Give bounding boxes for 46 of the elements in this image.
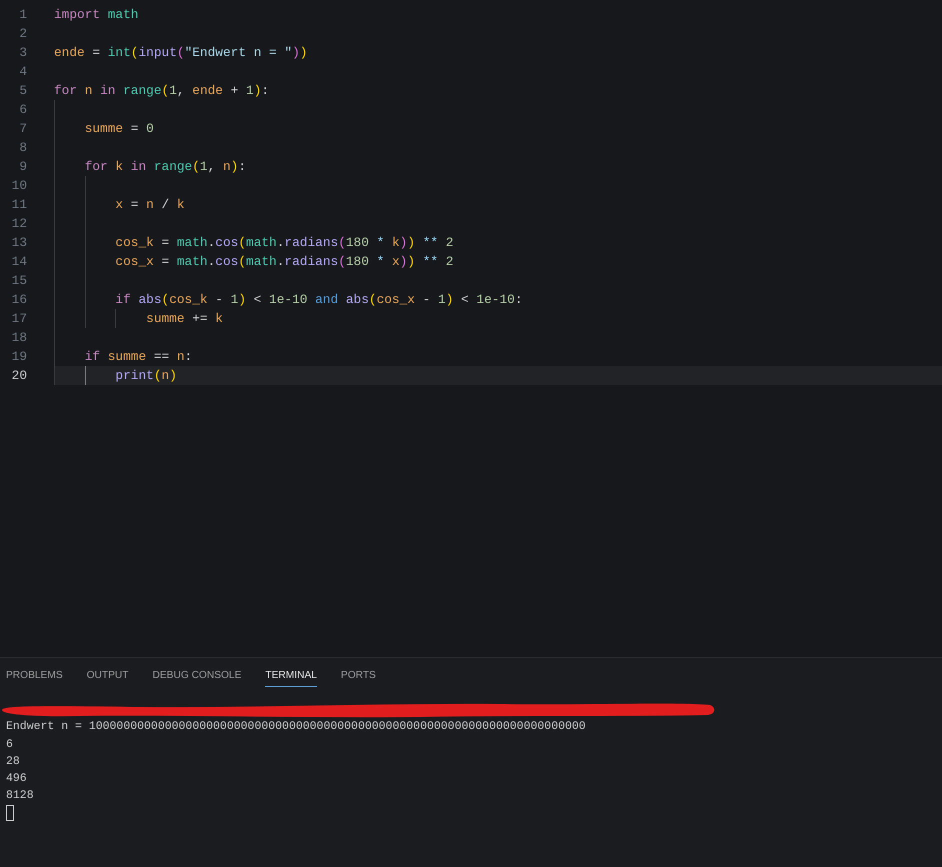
indent-guide [84, 366, 86, 385]
terminal-line: 6 [6, 736, 13, 753]
line-number: 10 [12, 177, 27, 195]
line-number: 5 [19, 82, 27, 100]
code-line: for k in range(1, n): [84, 158, 246, 176]
line-number: 9 [19, 158, 27, 176]
panel-tab[interactable]: DEBUG CONSOLE [152, 668, 242, 687]
line-number: 4 [19, 63, 27, 81]
panel-tab[interactable]: OUTPUT [86, 668, 129, 687]
line-number: 12 [12, 215, 27, 233]
line-number: 7 [19, 120, 27, 138]
line-number: 19 [12, 348, 27, 366]
code-line: if summe == n: [84, 348, 192, 366]
line-number: 16 [12, 291, 27, 309]
line-number: 18 [12, 329, 27, 347]
code-editor[interactable] [0, 0, 942, 658]
code-line: summe = 0 [84, 120, 154, 138]
code-line: print(n) [115, 367, 177, 385]
code-line: cos_x = math.cos(math.radians(180 * x)) ** 2 [115, 253, 454, 271]
line-number: 11 [12, 196, 27, 214]
line-number: 1 [19, 6, 27, 24]
indent-guide [115, 309, 116, 328]
line-number: 13 [12, 234, 27, 252]
line-number: 15 [12, 272, 27, 290]
line-number: 2 [19, 25, 27, 43]
line-number: 6 [19, 101, 27, 119]
code-line: summe += k [146, 310, 223, 328]
line-number: 8 [19, 139, 27, 157]
terminal-line: 8128 [6, 788, 34, 804]
code-line: for n in range(1, ende + 1): [54, 82, 270, 100]
line-number: 14 [12, 253, 27, 271]
line-number: 3 [19, 44, 27, 62]
line-number: 20 [12, 367, 27, 385]
terminal-line: 28 [6, 754, 20, 770]
code-line: import math [54, 6, 138, 24]
code-line: cos_k = math.cos(math.radians(180 * k)) ** 2 [115, 234, 454, 252]
panel-tab[interactable]: PROBLEMS [6, 668, 63, 687]
terminal-line: Endwert n = 100000000000000000000000000000000000000000000000000000000000000000000000 [6, 719, 586, 736]
line-number: 17 [12, 310, 27, 328]
code-line: x = n / k [115, 196, 185, 214]
panel-tab[interactable]: TERMINAL [265, 668, 317, 687]
code-line: ende = int(input("Endwert n = ")) [54, 44, 308, 62]
code-line: if abs(cos_k - 1) < 1e-10 and abs(cos_x - 1) < 1e-10: [115, 291, 522, 309]
terminal-cursor [6, 805, 14, 822]
panel-tab[interactable]: PORTS [340, 668, 376, 687]
terminal-line: 496 [6, 771, 27, 788]
